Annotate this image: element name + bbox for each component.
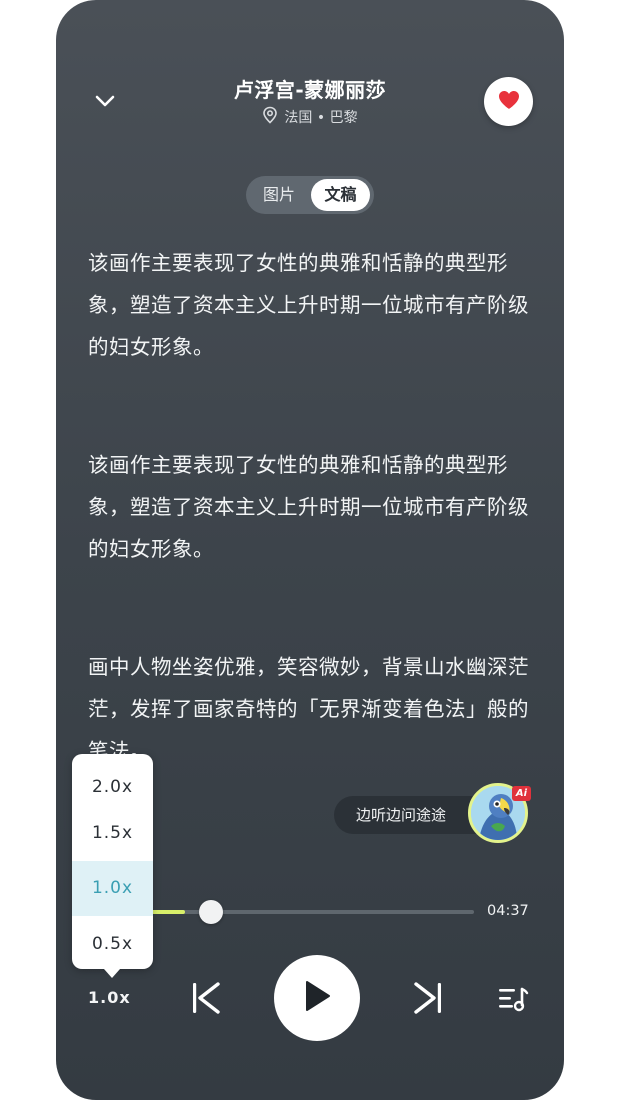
speed-option-0-5x[interactable]: 0.5x [72, 929, 153, 959]
speed-option-1x[interactable]: 1.0x [72, 861, 153, 916]
tab-transcript[interactable]: 文稿 [311, 179, 370, 211]
transcript-paragraph: 画中人物坐姿优雅，笑容微妙，背景山水幽深茫茫，发挥了画家奇特的「无界渐变着色法」… [88, 655, 529, 763]
playlist-icon[interactable] [496, 984, 530, 1014]
location-text: 法国 • 巴黎 [284, 110, 358, 126]
transcript-paragraph: 该画作主要表现了女性的典雅和恬静的典型形象，塑造了资本主义上升时期一位城市有产阶… [88, 453, 529, 561]
speed-option-2x[interactable]: 2.0x [72, 772, 153, 802]
play-button[interactable] [274, 955, 360, 1041]
favorite-button[interactable] [484, 77, 533, 126]
speed-option-1-5x[interactable]: 1.5x [72, 818, 153, 848]
location-pin-icon [262, 106, 278, 128]
ai-badge: Ai [512, 786, 531, 801]
view-tabs: 图片 文稿 [246, 176, 374, 214]
player-screen: 卢浮宫-蒙娜丽莎 法国 • 巴黎 图片 文稿 该画作主要表现了女性的典雅和恬静的… [56, 0, 564, 1100]
duration-time: 04:37 [487, 903, 529, 919]
next-icon[interactable] [410, 980, 446, 1016]
progress-track[interactable] [122, 910, 474, 914]
previous-icon[interactable] [188, 980, 224, 1016]
transcript-text: 该画作主要表现了女性的典雅和恬静的典型形象，塑造了资本主义上升时期一位城市有产阶… [88, 242, 538, 848]
tab-images[interactable]: 图片 [250, 176, 308, 214]
play-icon [302, 979, 332, 1017]
heart-icon [498, 90, 520, 114]
transcript-paragraph: 该画作主要表现了女性的典雅和恬静的典型形象，塑造了资本主义上升时期一位城市有产阶… [88, 251, 529, 359]
progress-thumb[interactable] [199, 900, 223, 924]
speed-button[interactable]: 1.0x [88, 988, 131, 1007]
speed-menu: 2.0x 1.5x 1.0x 0.5x [72, 754, 153, 978]
